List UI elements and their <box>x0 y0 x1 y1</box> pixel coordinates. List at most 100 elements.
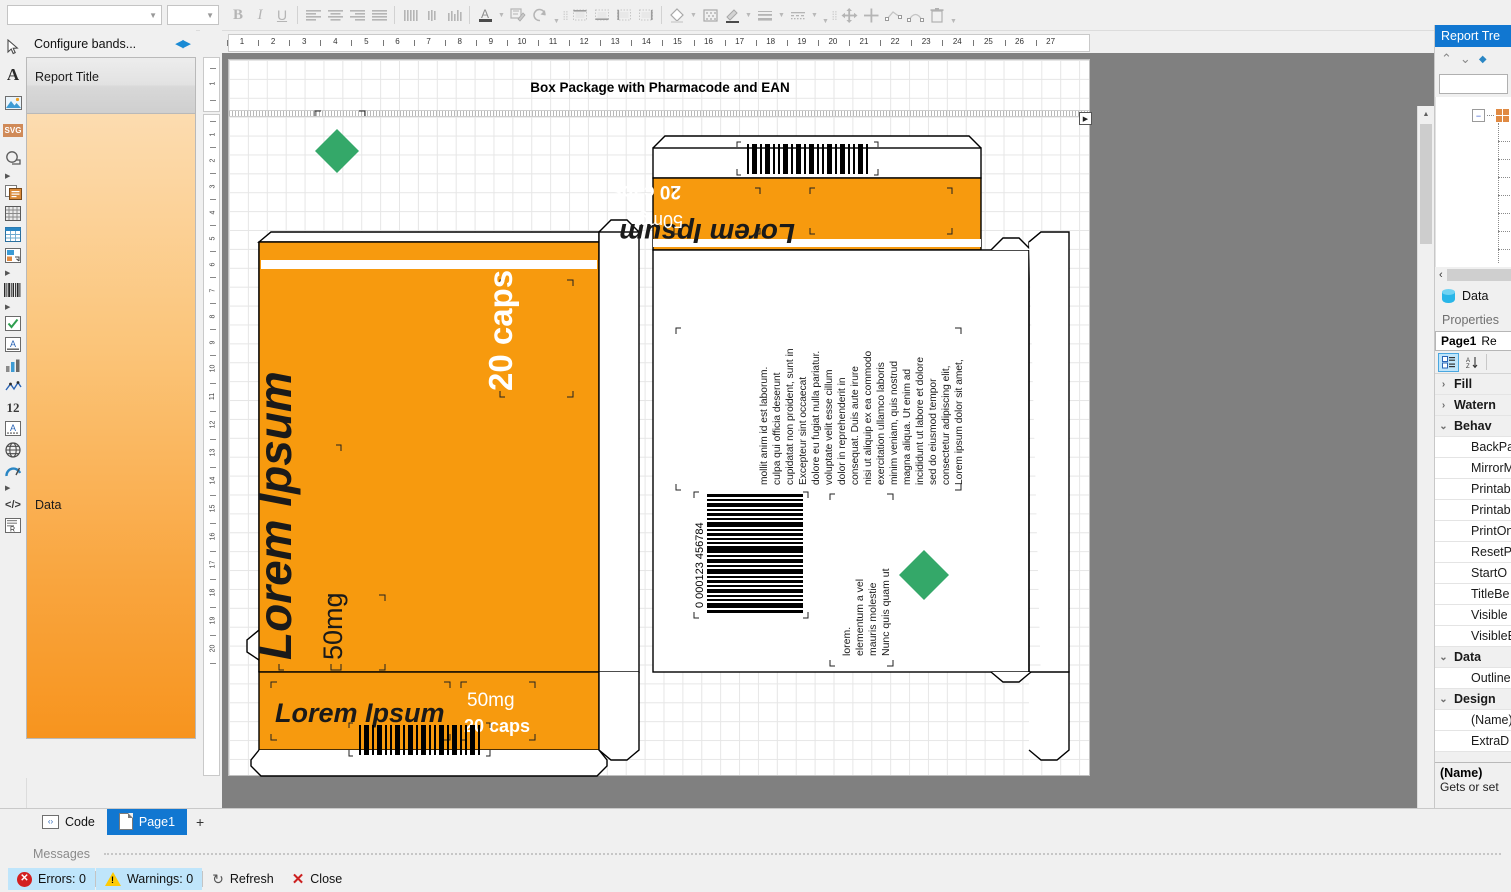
box-package-artwork[interactable]: Lorem Ipsum 50mg 20 caps Lorem Ipsum <box>229 60 1091 777</box>
design-canvas[interactable]: Box Package with Pharmacode and EAN ▶ <box>222 53 1434 808</box>
prop-titlebe[interactable]: TitleBe <box>1435 584 1511 605</box>
chevron-right-icon[interactable]: › <box>1435 400 1452 411</box>
data-tab[interactable]: Data <box>1435 283 1511 309</box>
fill-color-icon[interactable] <box>666 4 688 26</box>
band-report-title[interactable]: Report Title <box>26 57 196 114</box>
fill-color-dropdown-arrow[interactable]: ▼ <box>688 4 699 26</box>
padding-left-icon[interactable] <box>613 4 635 26</box>
prop-printable2[interactable]: Printab <box>1435 500 1511 521</box>
valign-bottom-icon[interactable] <box>443 4 465 26</box>
valign-center-icon[interactable] <box>421 4 443 26</box>
delete-icon[interactable] <box>926 4 948 26</box>
texture-icon[interactable] <box>699 4 721 26</box>
shape-tool[interactable] <box>0 148 26 169</box>
prop-group-watermark[interactable]: ›Watern <box>1435 395 1511 416</box>
border-width-icon[interactable] <box>754 4 776 26</box>
tree-collapse-toggle[interactable]: − <box>1472 109 1485 122</box>
font-size-combo[interactable]: ▼ <box>167 5 219 25</box>
html-tool[interactable]: </> <box>0 494 26 515</box>
select-tool[interactable] <box>0 36 26 57</box>
italic-button[interactable]: I <box>249 4 271 26</box>
align-center-icon[interactable] <box>324 4 346 26</box>
add-page-button[interactable]: + <box>187 814 213 830</box>
prop-group-design[interactable]: ⌄Design <box>1435 689 1511 710</box>
text-tool[interactable]: A <box>0 64 26 85</box>
panel-tool[interactable] <box>0 245 26 266</box>
prop-group-fill[interactable]: ›Fill <box>1435 374 1511 395</box>
splitter-bar[interactable] <box>1447 269 1511 281</box>
sparkline-tool[interactable] <box>0 376 26 397</box>
svg-tool[interactable]: SVG <box>0 120 26 141</box>
configure-bands-header[interactable]: Configure bands... ◀▶ <box>26 30 196 57</box>
prop-resetp[interactable]: ResetP <box>1435 542 1511 563</box>
shape-tool-more-arrow[interactable]: ▶ <box>0 169 26 182</box>
border-width-dropdown-arrow[interactable]: ▼ <box>776 4 787 26</box>
toolbar-overflow-arrow[interactable]: ▼ <box>820 3 831 28</box>
line-node-icon[interactable] <box>882 4 904 26</box>
filter-icon[interactable]: ◆ <box>1479 54 1487 65</box>
chevron-down-icon[interactable]: ⌄ <box>1460 51 1471 67</box>
barcode-tool[interactable] <box>0 279 26 300</box>
move-icon[interactable] <box>838 4 860 26</box>
band-data[interactable]: Data <box>26 114 196 739</box>
prop-visiblee[interactable]: VisibleE <box>1435 626 1511 647</box>
chevron-down-icon[interactable]: ⌄ <box>1435 421 1452 432</box>
errors-button[interactable]: ✕ Errors: 0 <box>8 868 95 890</box>
border-color-icon[interactable] <box>721 4 743 26</box>
border-style-dropdown-arrow[interactable]: ▼ <box>809 4 820 26</box>
tree-root-node[interactable]: − <box>1472 109 1509 122</box>
prop-name[interactable]: (Name) <box>1435 710 1511 731</box>
prop-visible[interactable]: Visible <box>1435 605 1511 626</box>
prop-starto[interactable]: StartO <box>1435 563 1511 584</box>
prop-printon[interactable]: PrintOn <box>1435 521 1511 542</box>
panel-splitter[interactable]: ‹ <box>1435 267 1511 283</box>
prop-extrad[interactable]: ExtraD <box>1435 731 1511 752</box>
valign-top-icon[interactable] <box>399 4 421 26</box>
font-color-dropdown-arrow[interactable]: ▼ <box>496 4 507 26</box>
toolbar-overflow-arrow[interactable]: ▼ <box>948 3 959 28</box>
checkbox-tool[interactable] <box>0 313 26 334</box>
horizontal-ruler[interactable]: 1234567891011121314151617181920212223242… <box>222 33 1434 53</box>
font-family-combo[interactable]: ▼ <box>7 5 162 25</box>
zipcode-tool[interactable]: A <box>0 334 26 355</box>
add-point-icon[interactable] <box>860 4 882 26</box>
align-justify-icon[interactable] <box>368 4 390 26</box>
chevron-right-icon[interactable]: › <box>1435 379 1452 390</box>
chevron-down-icon[interactable]: ⌄ <box>1435 652 1452 663</box>
padding-right-icon[interactable] <box>635 4 657 26</box>
image-tool[interactable] <box>0 92 26 113</box>
padding-bottom-icon[interactable] <box>591 4 613 26</box>
tab-code[interactable]: ‹› Code <box>30 809 107 835</box>
prop-group-behaviour[interactable]: ⌄Behav <box>1435 416 1511 437</box>
prop-backpage[interactable]: BackPa <box>1435 437 1511 458</box>
padding-top-icon[interactable] <box>569 4 591 26</box>
border-color-dropdown-arrow[interactable]: ▼ <box>743 4 754 26</box>
border-style-icon[interactable] <box>787 4 809 26</box>
properties-list[interactable]: ›Fill›Watern⌄BehavBackPaMirrorMPrintabPr… <box>1435 374 1511 752</box>
panel-tool-more-arrow[interactable]: ▶ <box>0 266 26 279</box>
refresh-button[interactable]: ↻ Refresh <box>203 868 283 890</box>
subreport-tool[interactable]: R <box>0 515 26 536</box>
prop-printable1[interactable]: Printab <box>1435 479 1511 500</box>
group-by-category-button[interactable] <box>1438 353 1459 372</box>
map-tool[interactable] <box>0 439 26 460</box>
warnings-button[interactable]: Warnings: 0 <box>96 868 202 890</box>
table-tool[interactable] <box>0 224 26 245</box>
watermark-tool[interactable]: A <box>0 418 26 439</box>
barcode-tool-more-arrow[interactable]: ▶ <box>0 300 26 313</box>
chevron-up-icon[interactable]: ⌃ <box>1441 51 1452 67</box>
bold-button[interactable]: B <box>227 4 249 26</box>
gauge-tool[interactable] <box>0 460 26 481</box>
events-button[interactable] <box>1490 353 1511 372</box>
curve-node-icon[interactable] <box>904 4 926 26</box>
chart-tool[interactable] <box>0 355 26 376</box>
align-left-icon[interactable] <box>302 4 324 26</box>
prop-outline[interactable]: Outline <box>1435 668 1511 689</box>
matrix-tool[interactable] <box>0 203 26 224</box>
tab-page1[interactable]: Page1 <box>107 809 187 835</box>
close-button[interactable]: ✕ Close <box>283 868 352 890</box>
toolbar-grip[interactable]: ⣿ <box>831 5 838 25</box>
font-color-icon[interactable]: A <box>474 4 496 26</box>
report-tree-view[interactable]: − <box>1435 97 1511 267</box>
sort-alphabetical-button[interactable]: AZ <box>1462 353 1483 372</box>
